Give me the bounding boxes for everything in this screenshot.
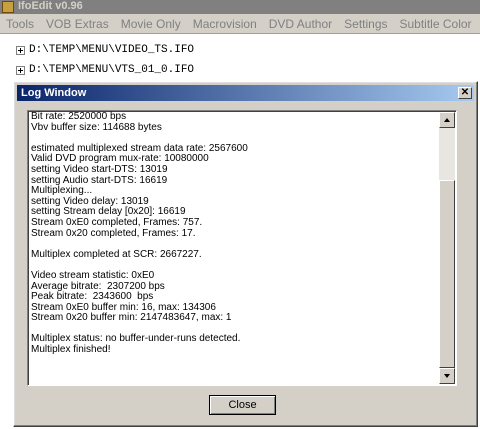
log-line: Vbv buffer size: 114688 bytes [31, 121, 162, 133]
app-icon [2, 1, 14, 13]
log-line: Multiplex completed at SCR: 2667227. [31, 248, 202, 260]
app-title-bar: IfoEdit v0.96 [0, 0, 480, 14]
menu-settings[interactable]: Settings [338, 15, 393, 33]
log-line: Stream 0x20 completed, Frames: 17. [31, 227, 196, 239]
menu-macrovision[interactable]: Macrovision [187, 15, 263, 33]
log-line: Multiplex finished! [31, 344, 111, 356]
log-line: Stream 0xE0 completed, Frames: 757. [31, 216, 203, 228]
log-lines: Bit rate: 2520000 bps Vbv buffer size: 11… [31, 111, 436, 356]
log-window-title: Log Window [21, 87, 87, 99]
tree-item-label: D:\TEMP\MENU\VTS_01_0.IFO [29, 64, 195, 76]
close-button[interactable]: Close [209, 395, 276, 415]
tree-item-vts-01[interactable]: D:\TEMP\MENU\VTS_01_0.IFO [16, 63, 194, 77]
tree-item-label: D:\TEMP\MENU\VIDEO_TS.IFO [29, 44, 195, 56]
tree-item-video-ts[interactable]: D:\TEMP\MENU\VIDEO_TS.IFO [16, 43, 194, 57]
menu-dvd-author[interactable]: DVD Author [263, 15, 338, 33]
log-window-title-bar[interactable]: Log Window ✕ [17, 85, 474, 101]
arrow-up-icon [444, 118, 450, 122]
expand-icon[interactable] [16, 45, 25, 55]
menu-vob-extras[interactable]: VOB Extras [40, 15, 115, 33]
log-text-area[interactable]: Bit rate: 2520000 bps Vbv buffer size: 11… [27, 110, 457, 386]
menu-movie-only[interactable]: Movie Only [115, 15, 187, 33]
log-window: Log Window ✕ Bit rate: 2520000 bps Vbv bu… [13, 81, 478, 427]
log-line: Bit rate: 2520000 bps [31, 111, 127, 122]
menu-tools[interactable]: Tools [0, 15, 40, 33]
scroll-thumb[interactable] [439, 180, 455, 368]
log-line: Stream 0x20 buffer min: 2147483647, max:… [31, 312, 232, 324]
scroll-down-button[interactable] [439, 368, 455, 384]
log-line: Video stream statistic: 0xE0 [31, 269, 155, 281]
arrow-down-icon [444, 374, 450, 378]
expand-icon[interactable] [16, 65, 25, 75]
app-title: IfoEdit v0.96 [18, 0, 83, 12]
menu-bar: Tools VOB Extras Movie Only Macrovision … [0, 14, 480, 34]
menu-subtitle-color[interactable]: Subtitle Color [394, 15, 478, 33]
vertical-scrollbar[interactable] [439, 112, 455, 384]
scroll-up-button[interactable] [439, 112, 455, 128]
log-line: setting Video start-DTS: 13019 [31, 163, 168, 175]
close-icon[interactable]: ✕ [458, 87, 472, 99]
